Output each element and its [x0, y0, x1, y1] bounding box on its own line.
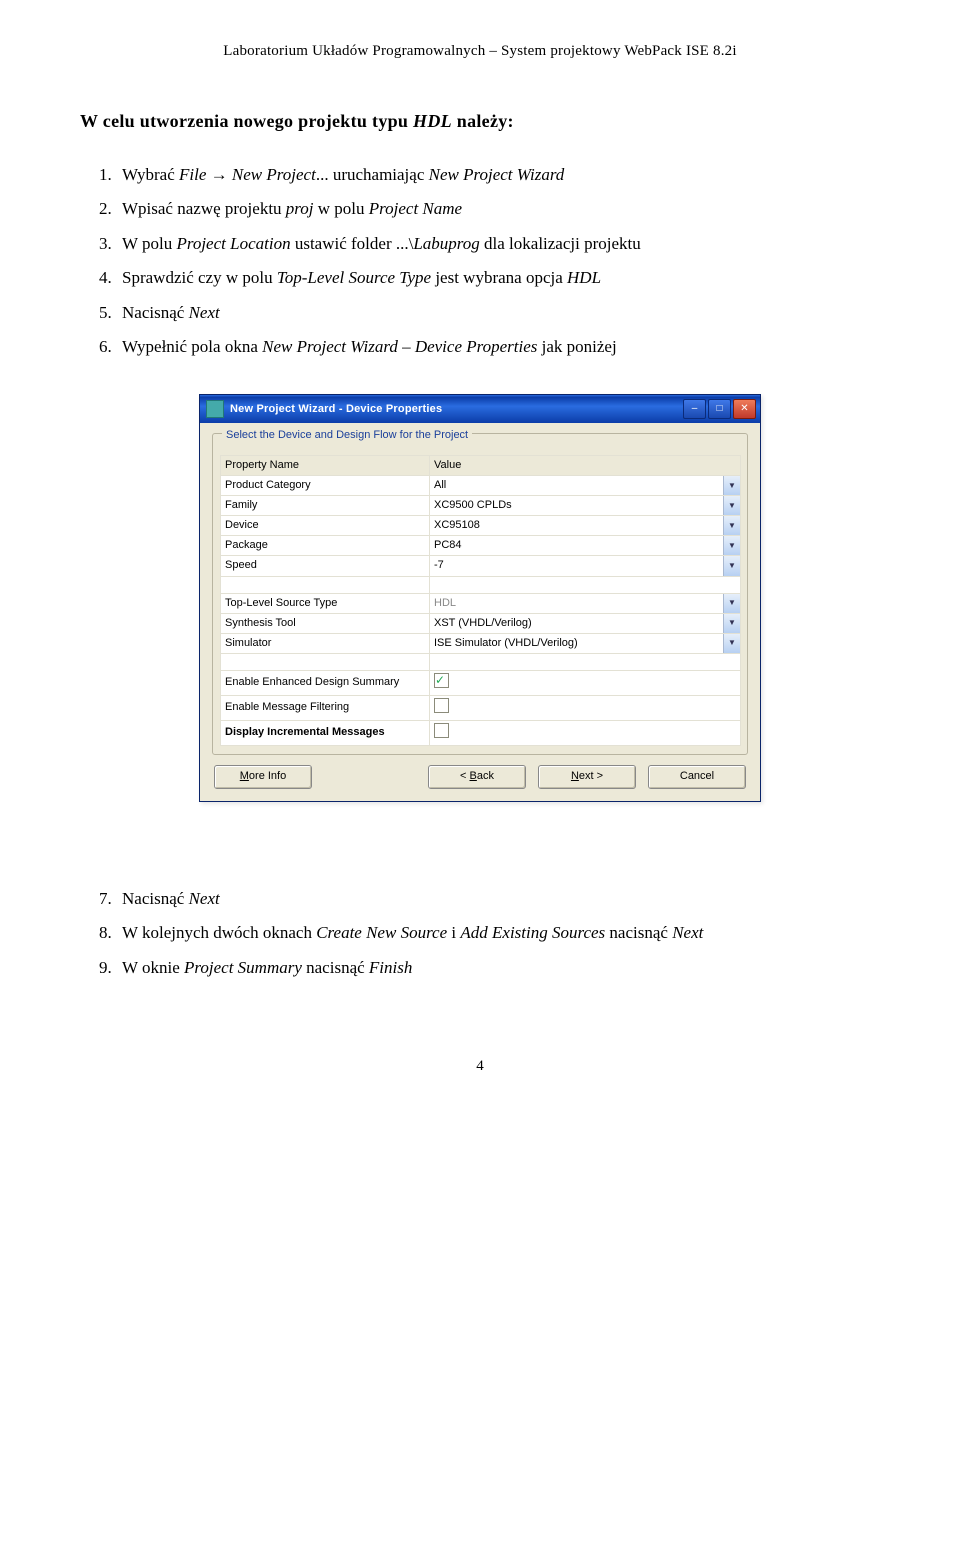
step-item: W kolejnych dwóch oknach Create New Sour…	[116, 916, 880, 950]
grid-header-left: Property Name	[221, 456, 430, 476]
dialog-title: New Project Wizard - Device Properties	[230, 401, 681, 418]
section-title-em: HDL	[413, 111, 452, 131]
checkbox-unchecked-icon	[434, 723, 449, 738]
section-title-suffix: należy:	[452, 111, 514, 131]
cancel-button[interactable]: Cancel	[648, 765, 746, 789]
chevron-down-icon: ▼	[723, 536, 740, 555]
enhanced-summary-checkbox-cell[interactable]	[430, 670, 741, 695]
chevron-down-icon: ▼	[723, 594, 740, 613]
grid-header-right: Value	[430, 456, 741, 476]
step-item: Sprawdzić czy w polu Top-Level Source Ty…	[116, 261, 880, 295]
section-title-prefix: W celu utworzenia nowego projektu typu	[80, 111, 413, 131]
product-category-dropdown[interactable]: All▼	[430, 476, 741, 496]
property-name: Enable Enhanced Design Summary	[221, 670, 430, 695]
family-dropdown[interactable]: XC9500 CPLDs▼	[430, 496, 741, 516]
spacer	[430, 653, 741, 670]
incremental-messages-checkbox-cell[interactable]	[430, 720, 741, 745]
dialog-titlebar: New Project Wizard - Device Properties –…	[200, 395, 760, 423]
back-button[interactable]: < Back	[428, 765, 526, 789]
step-item: Wybrać File → New Project... uruchamiają…	[116, 158, 880, 192]
property-name: Simulator	[221, 633, 430, 653]
property-name: Device	[221, 516, 430, 536]
steps-list-1: Wybrać File → New Project... uruchamiają…	[80, 158, 880, 364]
property-name: Display Incremental Messages	[221, 720, 430, 745]
simulator-dropdown[interactable]: ISE Simulator (VHDL/Verilog)▼	[430, 633, 741, 653]
property-name: Package	[221, 536, 430, 556]
section-title: W celu utworzenia nowego projektu typu H…	[80, 108, 880, 136]
close-button[interactable]: ✕	[733, 399, 756, 419]
step-item: Nacisnąć Next	[116, 296, 880, 330]
property-grid: Property Name Value Product CategoryAll▼…	[220, 455, 741, 746]
step-item: W oknie Project Summary nacisnąć Finish	[116, 951, 880, 985]
minimize-button[interactable]: –	[683, 399, 706, 419]
chevron-down-icon: ▼	[723, 476, 740, 495]
property-name: Speed	[221, 556, 430, 576]
new-project-wizard-dialog: New Project Wizard - Device Properties –…	[199, 394, 761, 802]
property-name: Product Category	[221, 476, 430, 496]
message-filtering-checkbox-cell[interactable]	[430, 695, 741, 720]
package-dropdown[interactable]: PC84▼	[430, 536, 741, 556]
top-level-source-dropdown[interactable]: HDL▼	[430, 593, 741, 613]
step-item: Wypełnić pola okna New Project Wizard – …	[116, 330, 880, 364]
speed-dropdown[interactable]: -7▼	[430, 556, 741, 576]
spacer	[430, 576, 741, 593]
next-button[interactable]: Next >	[538, 765, 636, 789]
property-name: Top-Level Source Type	[221, 593, 430, 613]
checkbox-unchecked-icon	[434, 698, 449, 713]
property-name: Synthesis Tool	[221, 613, 430, 633]
more-info-rest: ore Info	[249, 770, 286, 782]
property-name: Family	[221, 496, 430, 516]
more-info-button[interactable]: More Info	[214, 765, 312, 789]
step-item: Nacisnąć Next	[116, 882, 880, 916]
chevron-down-icon: ▼	[723, 516, 740, 535]
chevron-down-icon: ▼	[723, 556, 740, 575]
spacer	[221, 576, 430, 593]
chevron-down-icon: ▼	[723, 634, 740, 653]
app-icon	[206, 400, 224, 418]
groupbox-legend: Select the Device and Design Flow for th…	[222, 429, 472, 441]
checkbox-checked-icon	[434, 673, 449, 688]
step-item: Wpisać nazwę projektu proj w polu Projec…	[116, 192, 880, 226]
device-flow-groupbox: Select the Device and Design Flow for th…	[212, 433, 748, 755]
spacer	[221, 653, 430, 670]
maximize-button[interactable]: □	[708, 399, 731, 419]
device-dropdown[interactable]: XC95108▼	[430, 516, 741, 536]
chevron-down-icon: ▼	[723, 496, 740, 515]
steps-list-2: Nacisnąć Next W kolejnych dwóch oknach C…	[80, 882, 880, 985]
chevron-down-icon: ▼	[723, 614, 740, 633]
property-name: Enable Message Filtering	[221, 695, 430, 720]
dialog-button-row: More Info < Back Next > Cancel	[212, 765, 748, 791]
step-item: W polu Project Location ustawić folder .…	[116, 227, 880, 261]
synthesis-tool-dropdown[interactable]: XST (VHDL/Verilog)▼	[430, 613, 741, 633]
page-number: 4	[80, 1055, 880, 1078]
document-header: Laboratorium Układów Programowalnych – S…	[80, 40, 880, 63]
